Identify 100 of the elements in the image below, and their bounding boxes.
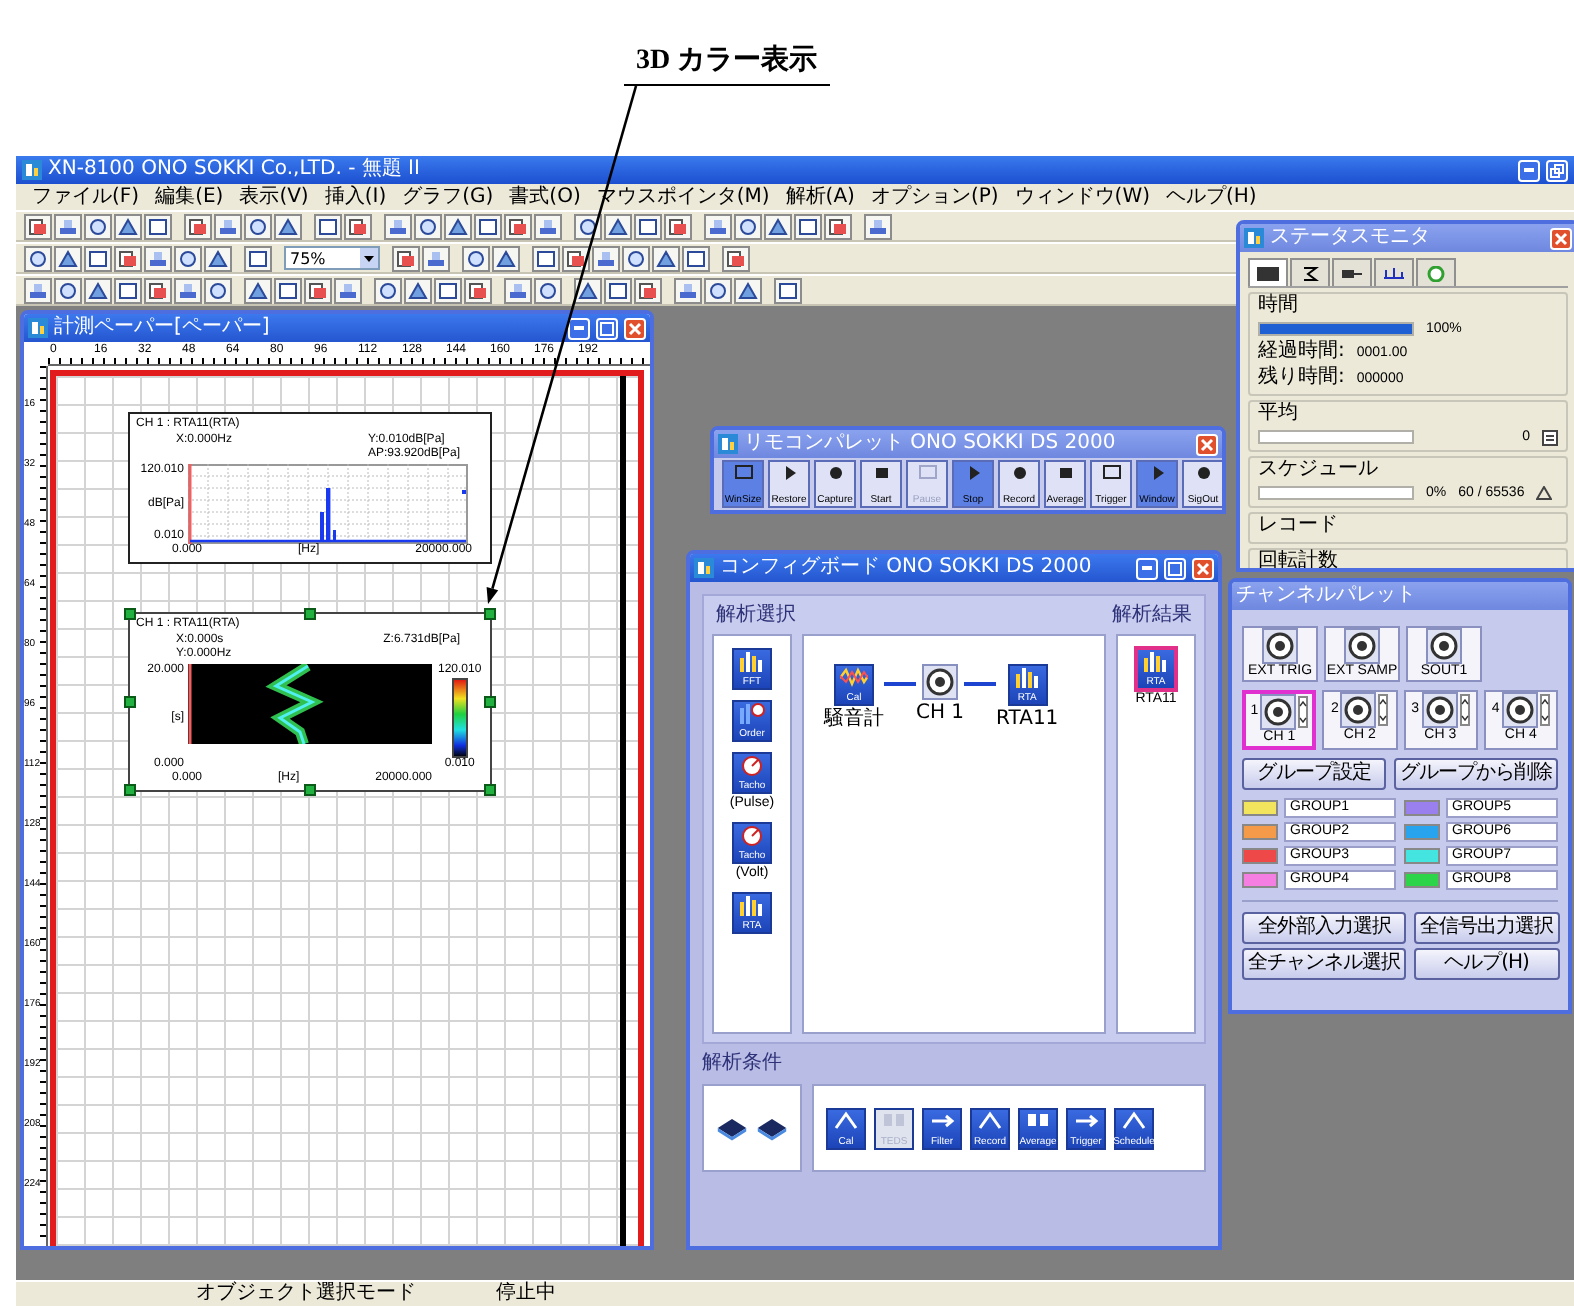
group-color-swatch[interactable] [1404,848,1440,864]
toolbar-button[interactable] [114,277,142,303]
group-color-swatch[interactable] [1404,824,1440,840]
toolbar-button[interactable] [634,277,662,303]
selection-handle[interactable] [484,696,496,708]
close-button[interactable] [1550,227,1572,249]
toolbar-button[interactable] [54,277,82,303]
group-color-swatch[interactable] [1404,800,1440,816]
toolbar-button[interactable] [562,245,590,271]
selection-handle[interactable] [484,784,496,796]
toolbar-button[interactable] [374,277,402,303]
group-color-swatch[interactable] [1404,872,1440,888]
monitor-tab[interactable] [1248,258,1288,286]
toolbar-button[interactable] [774,277,802,303]
toolbar-button[interactable] [84,245,112,271]
menu-item[interactable]: 表示(V) [231,185,317,209]
group-button[interactable]: グループ設定 [1242,758,1386,790]
toolbar-button[interactable] [244,277,272,303]
toolbar-button[interactable] [534,277,562,303]
menu-item[interactable]: ウィンドウ(W) [1006,185,1158,209]
toolbar-button[interactable] [244,245,272,271]
toolbar-button[interactable] [444,213,472,239]
selection-handle[interactable] [304,608,316,620]
toolbar-button[interactable] [652,245,680,271]
toolbar-button[interactable] [392,245,420,271]
menu-item[interactable]: グラフ(G) [394,185,502,209]
selection-handle[interactable] [484,608,496,620]
toolbar-button[interactable] [682,245,710,271]
toolbar-button[interactable] [174,245,202,271]
toolbar-button[interactable] [144,277,172,303]
palette-button[interactable]: 全外部入力選択 [1242,912,1406,944]
menu-item[interactable]: 書式(O) [501,185,589,209]
toolbar-button[interactable] [634,213,662,239]
selection-handle[interactable] [124,608,136,620]
palette-button[interactable]: 全チャンネル選択 [1242,948,1406,980]
toolbar-button[interactable] [574,277,602,303]
toolbar-button[interactable] [114,245,142,271]
toolbar-button[interactable] [622,245,650,271]
close-button[interactable] [624,317,646,339]
toolbar-button[interactable] [794,213,822,239]
group-color-swatch[interactable] [1242,800,1278,816]
toolbar-button[interactable] [504,213,532,239]
menu-item[interactable]: 解析(A) [777,185,863,209]
toolbar-button[interactable] [464,277,492,303]
toolbar-button[interactable] [274,277,302,303]
toolbar-button[interactable] [24,245,52,271]
toolbar-button[interactable] [474,213,502,239]
selection-handle[interactable] [124,784,136,796]
toolbar-button[interactable] [664,213,692,239]
toolbar-button[interactable] [764,213,792,239]
toolbar-button[interactable] [144,213,172,239]
toolbar-button[interactable] [414,213,442,239]
close-button[interactable] [1196,433,1218,455]
group-button[interactable]: グループから削除 [1394,758,1558,790]
selection-handle[interactable] [124,696,136,708]
toolbar-button[interactable] [404,277,432,303]
restore-button[interactable] [1546,159,1568,181]
menu-item[interactable]: 挿入(I) [316,185,395,209]
toolbar-button[interactable] [314,213,342,239]
maximize-button[interactable] [1164,557,1186,579]
monitor-tab[interactable] [1332,258,1372,286]
toolbar-button[interactable] [532,245,560,271]
toolbar-button[interactable] [824,213,852,239]
zoom-select[interactable]: 75% [284,246,380,270]
toolbar-button[interactable] [574,213,602,239]
maximize-button[interactable] [596,317,618,339]
toolbar-button[interactable] [704,277,732,303]
menu-item[interactable]: 編集(E) [147,185,232,209]
toolbar-button[interactable] [274,213,302,239]
palette-button[interactable]: 全信号出力選択 [1414,912,1559,944]
group-color-swatch[interactable] [1242,872,1278,888]
toolbar-button[interactable] [604,277,632,303]
group-color-swatch[interactable] [1242,824,1278,840]
selection-handle[interactable] [304,784,316,796]
toolbar-button[interactable] [244,213,272,239]
toolbar-button[interactable] [344,213,372,239]
toolbar-button[interactable] [54,245,82,271]
menu-item[interactable]: ファイル(F) [24,185,148,209]
toolbar-button[interactable] [184,213,212,239]
monitor-tab[interactable] [1374,258,1414,286]
toolbar-button[interactable] [204,245,232,271]
toolbar-button[interactable] [84,213,112,239]
toolbar-button[interactable] [492,245,520,271]
toolbar-button[interactable] [24,213,52,239]
close-button[interactable] [1192,557,1214,579]
toolbar-button[interactable] [462,245,490,271]
toolbar-button[interactable] [722,245,750,271]
group-color-swatch[interactable] [1242,848,1278,864]
toolbar-button[interactable] [204,277,232,303]
monitor-tab[interactable] [1290,258,1330,286]
toolbar-button[interactable] [604,213,632,239]
toolbar-button[interactable] [434,277,462,303]
menu-item[interactable]: オプション(P) [862,185,1007,209]
palette-button[interactable]: ヘルプ(H) [1414,948,1559,980]
toolbar-button[interactable] [734,213,762,239]
toolbar-button[interactable] [114,213,142,239]
menu-item[interactable]: ヘルプ(H) [1158,185,1265,209]
toolbar-button[interactable] [304,277,332,303]
minimize-button[interactable] [568,317,590,339]
toolbar-button[interactable] [84,277,112,303]
